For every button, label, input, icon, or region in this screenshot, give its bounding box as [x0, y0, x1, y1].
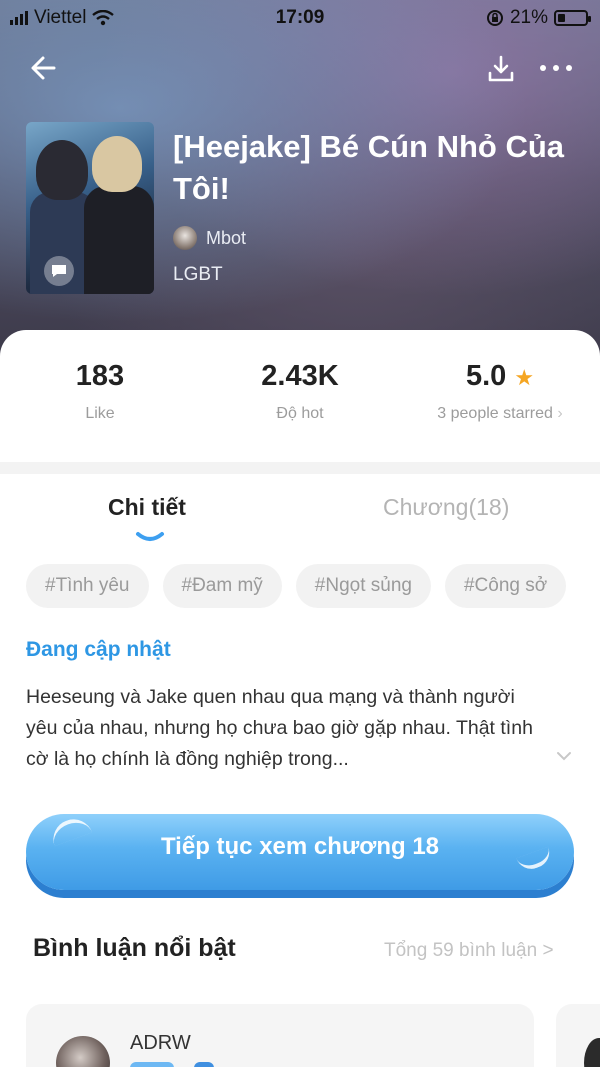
star-icon: ★	[514, 365, 535, 390]
battery-percent: 21%	[509, 7, 548, 28]
stats-row: 183 Like 2.43K Độ hot 5.0 ★ 3 people sta…	[0, 360, 600, 470]
book-hero-header: Viettel 17:09 21% [Heejake] Bé Cún Nhỏ C…	[0, 0, 600, 360]
book-detail-sheet: 183 Like 2.43K Độ hot 5.0 ★ 3 people sta…	[0, 330, 600, 1067]
tab-details[interactable]: Chi tiết	[108, 494, 186, 521]
comment-card[interactable]	[556, 1004, 600, 1067]
continue-reading-button[interactable]: Tiếp tục xem chương 18	[26, 813, 574, 890]
author-name: Mbot	[206, 227, 247, 248]
rotation-lock-icon	[486, 10, 503, 26]
comments-heading: Bình luận nổi bật	[33, 934, 236, 962]
book-cover-image[interactable]	[26, 122, 154, 294]
detail-tabs: Chi tiết Chương(18)	[0, 490, 600, 550]
chevron-right-icon: ›	[557, 405, 563, 422]
like-label: Like	[85, 405, 115, 422]
rating-label: 3 people starred	[437, 405, 553, 422]
active-tab-indicator	[136, 532, 164, 541]
user-level-badge	[130, 1062, 174, 1067]
tag-chip[interactable]: #Tình yêu	[26, 564, 149, 608]
update-status: Đang cập nhật	[26, 638, 171, 661]
book-description[interactable]: Heeseung và Jake quen nhau qua mạng và t…	[26, 682, 546, 775]
avatar[interactable]	[584, 1038, 600, 1067]
comment-author[interactable]: ADRW	[130, 1032, 191, 1055]
section-divider	[0, 462, 600, 474]
hot-count: 2.43K	[261, 360, 339, 392]
hot-label: Độ hot	[276, 405, 324, 422]
chevron-down-icon[interactable]	[556, 750, 572, 762]
back-arrow-icon[interactable]	[26, 50, 62, 86]
tab-chapters[interactable]: Chương(18)	[383, 494, 509, 521]
more-options-icon[interactable]	[538, 58, 574, 78]
author-link[interactable]: Mbot	[173, 226, 246, 250]
tag-list: #Tình yêu #Đam mỹ #Ngọt sủng #Công sở	[26, 564, 574, 608]
rating-value: 5.0	[465, 360, 507, 392]
stat-rating[interactable]: 5.0 ★ 3 people starred ›	[400, 360, 600, 423]
button-gloss	[516, 846, 554, 874]
battery-icon	[554, 10, 591, 26]
stat-hot: 2.43K Độ hot	[200, 360, 400, 423]
continue-reading-label: Tiếp tục xem chương 18	[160, 833, 440, 860]
author-avatar	[173, 226, 197, 250]
like-count: 183	[75, 360, 125, 392]
comment-card[interactable]: ADRW	[26, 1004, 534, 1067]
avatar[interactable]	[56, 1036, 110, 1067]
status-bar: Viettel 17:09 21%	[0, 4, 600, 32]
genre-label[interactable]: LGBT	[173, 264, 223, 286]
download-icon[interactable]	[484, 52, 518, 86]
book-title: [Heejake] Bé Cún Nhỏ Của Tôi!	[173, 129, 565, 206]
chat-bubble-icon	[44, 256, 74, 286]
button-gloss	[47, 813, 93, 847]
tag-chip[interactable]: #Công sở	[444, 564, 567, 608]
all-comments-link[interactable]: Tổng 59 bình luận >	[384, 940, 554, 962]
user-badge	[194, 1062, 214, 1067]
tag-chip[interactable]: #Đam mỹ	[162, 564, 282, 608]
tag-chip[interactable]: #Ngọt sủng	[295, 564, 431, 608]
stat-like: 183 Like	[0, 360, 200, 423]
